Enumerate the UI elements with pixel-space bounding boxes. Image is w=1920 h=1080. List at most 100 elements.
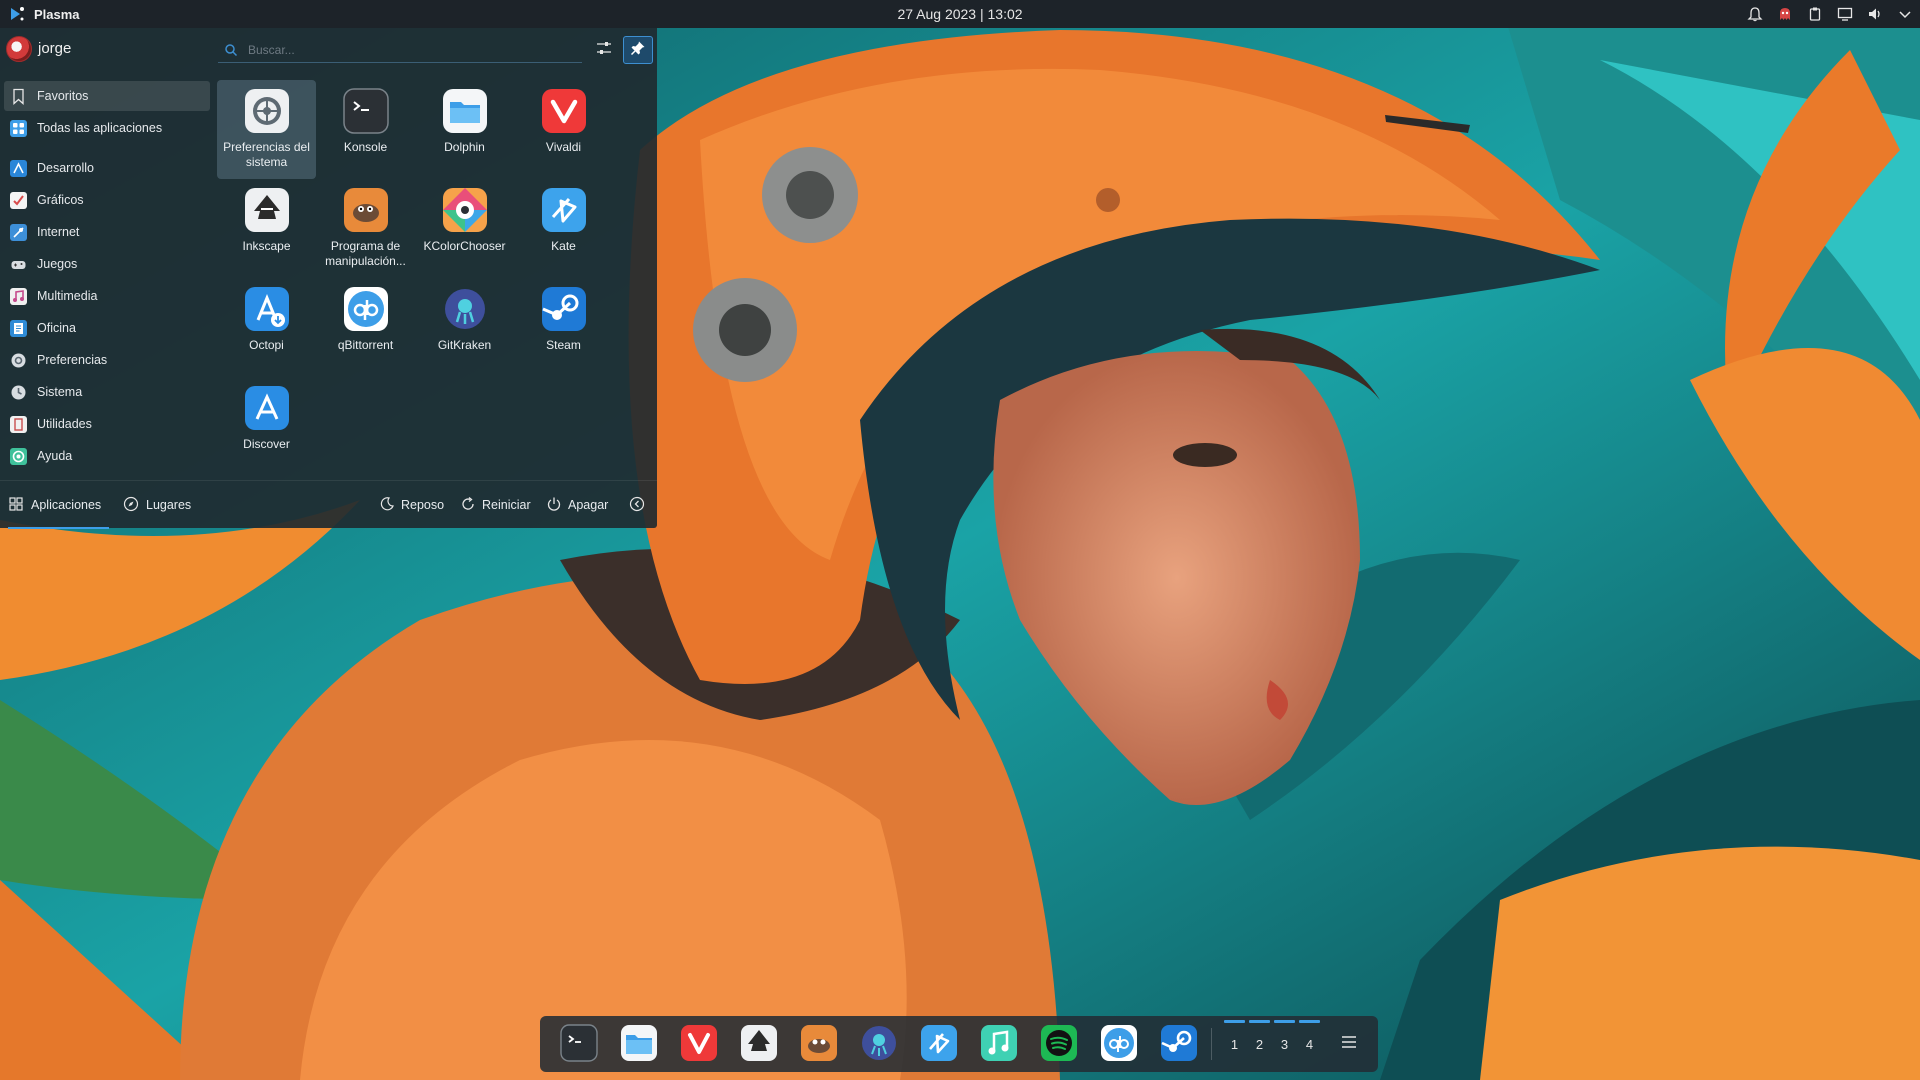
more-options-button[interactable] xyxy=(629,481,645,529)
games-icon xyxy=(10,256,27,273)
tab-lugares[interactable]: Lugares xyxy=(123,481,191,529)
app-tile-octopi[interactable]: Octopi xyxy=(217,278,316,377)
app-label: Programa de manipulación... xyxy=(325,239,406,268)
category-label: Internet xyxy=(37,225,80,239)
category-todas[interactable]: Todas las aplicaciones xyxy=(4,113,210,143)
display-icon[interactable] xyxy=(1836,5,1854,23)
favorites-grid: Preferencias del sistema Konsole Dolphin… xyxy=(217,80,613,476)
category-label: Preferencias xyxy=(37,353,108,367)
app-tile-qbittorrent[interactable]: qBittorrent xyxy=(316,278,415,377)
app-tile-discover[interactable]: Discover xyxy=(217,377,316,476)
dock-menu-button[interactable] xyxy=(1337,1032,1361,1056)
dock-steam[interactable] xyxy=(1160,1024,1198,1064)
search-field xyxy=(218,37,582,63)
restart-icon xyxy=(460,496,476,515)
desktop-4[interactable]: 4 xyxy=(1297,1016,1322,1072)
clipboard-icon[interactable] xyxy=(1806,5,1824,23)
vivaldi-icon xyxy=(541,88,587,134)
global-menu: Plasma xyxy=(0,5,700,23)
category-oficina[interactable]: Oficina xyxy=(4,313,210,343)
kate-icon xyxy=(920,1024,958,1067)
category-desarrollo[interactable]: Desarrollo xyxy=(4,153,210,183)
app-tile-vivaldi[interactable]: Vivaldi xyxy=(514,80,613,179)
restart-label: Reiniciar xyxy=(482,498,531,512)
shutdown-button[interactable]: Apagar xyxy=(546,481,608,529)
hamburger-menu-icon xyxy=(1340,1033,1358,1056)
dock-inkscape[interactable] xyxy=(740,1024,778,1067)
compass-icon xyxy=(123,496,139,515)
desktop-2[interactable]: 2 xyxy=(1247,1016,1272,1072)
category-internet[interactable]: Internet xyxy=(4,217,210,247)
sleep-button[interactable]: Reposo xyxy=(379,481,444,529)
restart-button[interactable]: Reiniciar xyxy=(460,481,531,529)
app-tile-konsole[interactable]: Konsole xyxy=(316,80,415,179)
category-juegos[interactable]: Juegos xyxy=(4,249,210,279)
tab-label: Aplicaciones xyxy=(31,498,102,512)
category-favoritos[interactable]: Favoritos xyxy=(4,81,210,111)
inkscape-icon xyxy=(244,187,290,233)
graphics-icon xyxy=(10,191,27,209)
dock-dolphin[interactable] xyxy=(620,1024,658,1064)
kate-icon xyxy=(541,187,587,233)
tab-aplicaciones[interactable]: Aplicaciones xyxy=(8,481,110,529)
category-label: Ayuda xyxy=(37,449,73,463)
category-ayuda[interactable]: Ayuda xyxy=(4,441,210,471)
qbittorrent-icon xyxy=(343,286,389,332)
dock-spotify[interactable] xyxy=(1040,1024,1078,1064)
gimp-icon xyxy=(800,1024,838,1067)
notifications-icon[interactable] xyxy=(1746,5,1764,23)
category-sistema[interactable]: Sistema xyxy=(4,377,210,407)
app-tile-system-settings[interactable]: Preferencias del sistema xyxy=(217,80,316,179)
pin-icon xyxy=(630,40,646,61)
dock-kate[interactable] xyxy=(920,1024,958,1067)
app-tile-kcolorchooser[interactable]: KColorChooser xyxy=(415,179,514,278)
category-utilidades[interactable]: Utilidades xyxy=(4,409,210,439)
gitkraken-icon xyxy=(442,286,488,332)
office-icon xyxy=(10,319,27,337)
active-app-name[interactable]: Plasma xyxy=(34,7,80,22)
volume-icon[interactable] xyxy=(1866,5,1884,23)
sleep-icon xyxy=(379,496,395,515)
category-preferencias[interactable]: Preferencias xyxy=(4,345,210,375)
category-multimedia[interactable]: Multimedia xyxy=(4,281,210,311)
music-icon xyxy=(980,1024,1018,1067)
app-label: Discover xyxy=(243,437,290,451)
dock-qbittorrent[interactable] xyxy=(1100,1024,1138,1067)
app-tile-gitkraken[interactable]: GitKraken xyxy=(415,278,514,377)
ghost-icon[interactable] xyxy=(1776,5,1794,23)
development-icon xyxy=(10,159,27,177)
help-icon xyxy=(10,447,27,465)
app-tile-steam[interactable]: Steam xyxy=(514,278,613,377)
app-tile-kate[interactable]: Kate xyxy=(514,179,613,278)
desktop-1[interactable]: 1 xyxy=(1222,1016,1247,1072)
desktop-3[interactable]: 3 xyxy=(1272,1016,1297,1072)
plasma-logo-icon[interactable] xyxy=(8,5,26,23)
dock-konsole[interactable] xyxy=(560,1023,598,1064)
pin-button[interactable] xyxy=(623,36,653,64)
discover-icon xyxy=(244,385,290,431)
inkscape-icon xyxy=(740,1024,778,1067)
category-label: Utilidades xyxy=(37,417,92,431)
user-name[interactable]: jorge xyxy=(38,40,71,57)
gimp-icon xyxy=(343,187,389,233)
dock-vivaldi[interactable] xyxy=(680,1024,718,1067)
vivaldi-icon xyxy=(680,1024,718,1067)
category-label: Oficina xyxy=(37,321,76,335)
category-list: Favoritos Todas las aplicaciones Desarro… xyxy=(4,81,210,473)
dock-gimp[interactable] xyxy=(800,1024,838,1067)
filter-button[interactable] xyxy=(592,38,616,62)
app-tile-gimp[interactable]: Programa de manipulación... xyxy=(316,179,415,278)
app-label: Octopi xyxy=(249,338,284,352)
gitkraken-icon xyxy=(860,1024,898,1067)
dock-gitkraken[interactable] xyxy=(860,1024,898,1067)
chevron-down-icon[interactable] xyxy=(1896,5,1914,23)
app-tile-dolphin[interactable]: Dolphin xyxy=(415,80,514,179)
category-label: Sistema xyxy=(37,385,83,399)
qbittorrent-icon xyxy=(1100,1024,1138,1067)
search-input[interactable] xyxy=(248,42,568,57)
launcher-header: jorge xyxy=(0,28,657,72)
user-avatar[interactable] xyxy=(6,36,32,62)
dock-music-player[interactable] xyxy=(980,1024,1018,1067)
category-graficos[interactable]: Gráficos xyxy=(4,185,210,215)
app-tile-inkscape[interactable]: Inkscape xyxy=(217,179,316,278)
